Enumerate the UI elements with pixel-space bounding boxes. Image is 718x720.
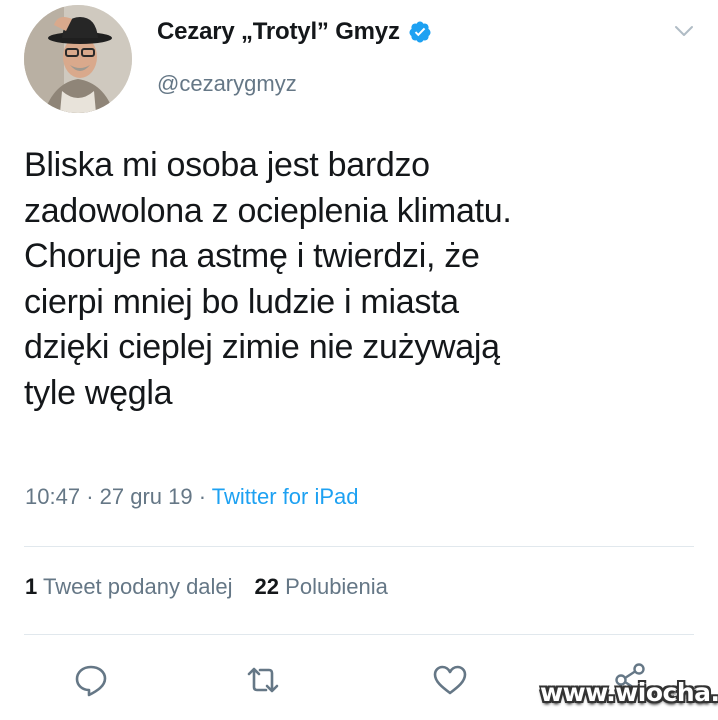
tweet-source-link[interactable]: Twitter for iPad [212, 484, 359, 509]
tweet-time: 10:47 [25, 484, 81, 509]
likes-stat[interactable]: 22 Polubienia [255, 574, 388, 599]
tweet-text-line: zadowolona z ocieplenia klimatu. [24, 191, 512, 230]
tweet-text-line: Bliska mi osoba jest bardzo [24, 146, 430, 184]
retweet-label: Tweet podany dalej [42, 574, 233, 599]
avatar[interactable] [24, 5, 132, 113]
tweet-text: Bliska mi osoba jest bardzo zadowolona z… [24, 143, 704, 416]
divider [24, 546, 694, 547]
meta-separator: · [198, 484, 207, 509]
retweet-icon[interactable] [245, 662, 281, 698]
author-name-row[interactable]: Cezary „Trotyl” Gmyz [157, 18, 432, 46]
like-count: 22 [254, 574, 280, 599]
divider [24, 634, 694, 635]
retweet-count: 1 [25, 574, 38, 599]
like-label: Polubienia [285, 574, 388, 599]
tweet-card: Cezary „Trotyl” Gmyz @cezarygmyz Bliska … [0, 0, 718, 720]
retweets-stat[interactable]: 1 Tweet podany dalej [25, 574, 233, 599]
watermark: www.wiocha.pl [540, 678, 718, 707]
tweet-text-line: tyle węgla [24, 373, 173, 412]
heart-icon[interactable] [432, 662, 468, 698]
avatar-image [24, 5, 132, 113]
tweet-stats: 1 Tweet podany dalej 22 Polubienia [25, 574, 388, 600]
tweet-date: 27 gru 19 [99, 484, 193, 509]
tweet-meta: 10:47 · 27 gru 19 · Twitter for iPad [25, 484, 359, 510]
author-display-name[interactable]: Cezary „Trotyl” Gmyz [157, 18, 400, 46]
meta-separator: · [86, 484, 94, 509]
reply-icon[interactable] [73, 662, 109, 698]
tweet-text-line: dzięki cieplej zimie nie zużywają [24, 328, 500, 366]
verified-badge-icon [408, 20, 432, 44]
tweet-text-line: Choruje na astmę i twierdzi, że [24, 237, 480, 275]
tweet-text-line: cierpi mniej bo ludzie i miasta [24, 282, 459, 321]
chevron-down-icon[interactable] [673, 24, 695, 38]
author-handle[interactable]: @cezarygmyz [157, 71, 297, 97]
